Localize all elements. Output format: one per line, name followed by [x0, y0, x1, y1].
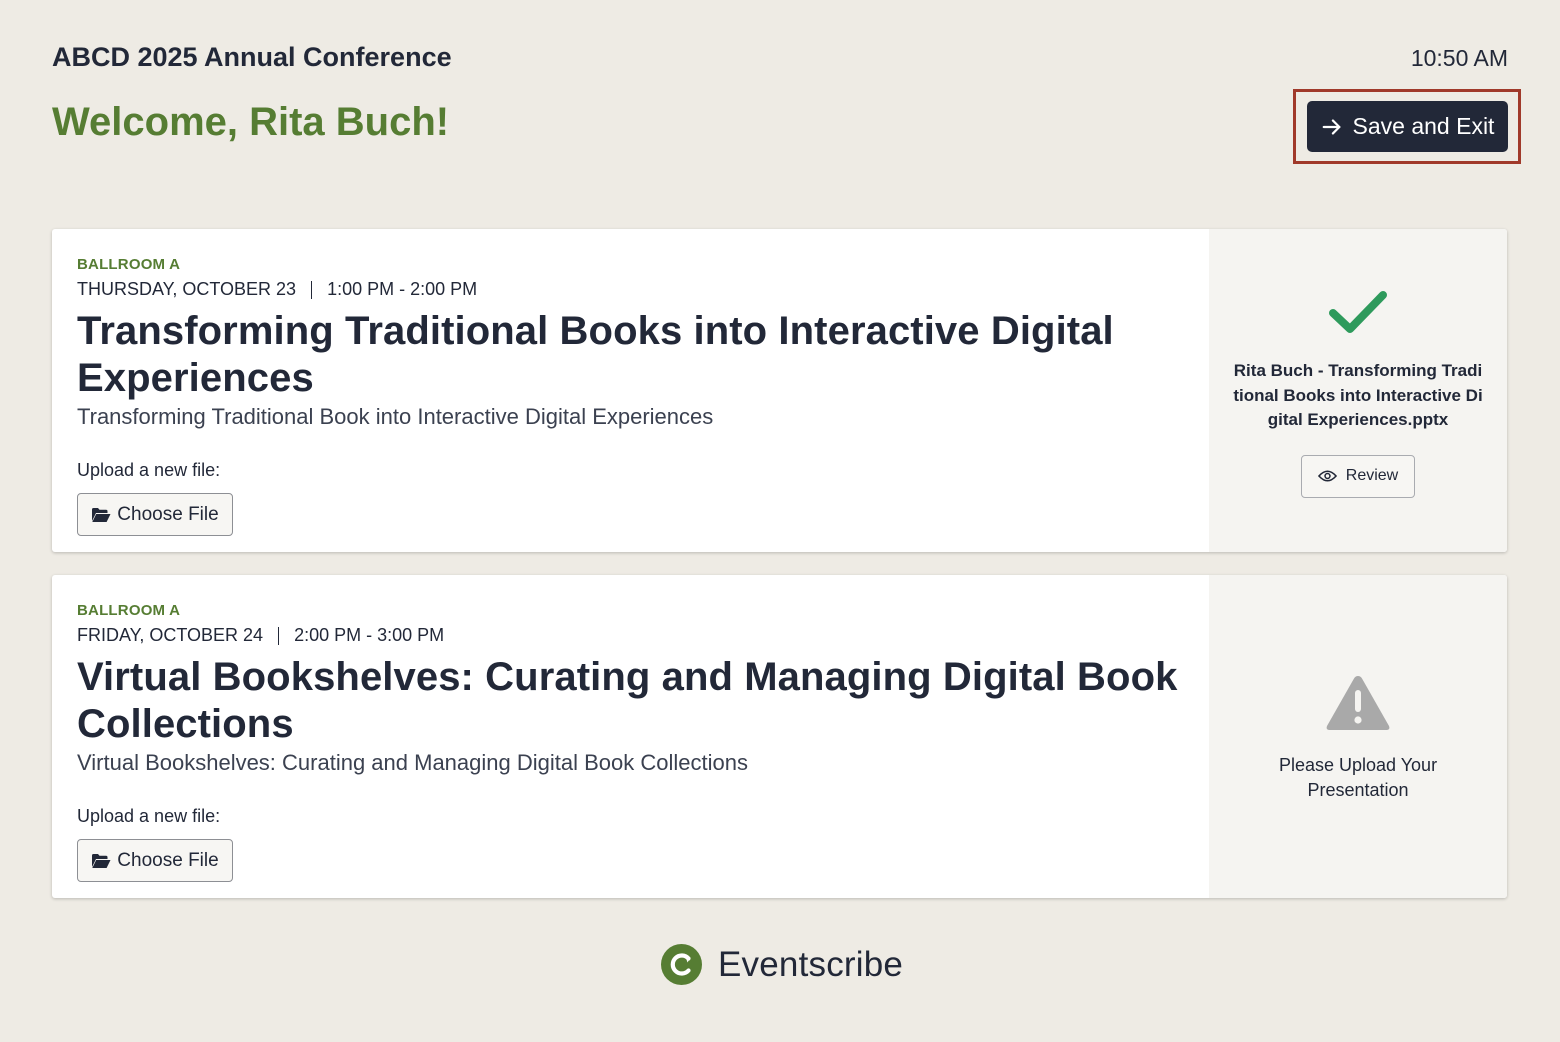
choose-file-button[interactable]: Choose File [77, 493, 233, 536]
choose-file-label: Choose File [117, 503, 219, 525]
session-card: BALLROOM A THURSDAY, OCTOBER 23 1:00 PM … [52, 229, 1507, 552]
session-title: Virtual Bookshelves: Curating and Managi… [77, 655, 1178, 746]
session-time: 1:00 PM - 2:00 PM [327, 279, 478, 299]
welcome-heading: Welcome, Rita Buch! [52, 100, 450, 144]
folder-open-icon [92, 853, 111, 868]
folder-open-icon [92, 507, 111, 522]
upload-status-panel: Please Upload Your Presentation [1209, 575, 1507, 898]
divider [278, 626, 280, 645]
eventscribe-logo-icon [661, 944, 702, 985]
upload-status-panel: Rita Buch - Transforming Traditional Boo… [1209, 229, 1507, 552]
footer-brand: Eventscribe [661, 944, 903, 985]
session-subtitle: Virtual Bookshelves: Curating and Managi… [77, 750, 748, 775]
session-room: BALLROOM A [77, 256, 181, 273]
uploaded-file-name: Rita Buch - Transforming Traditional Boo… [1233, 361, 1483, 429]
review-button[interactable]: Review [1301, 454, 1415, 498]
save-and-exit-label: Save and Exit [1352, 113, 1495, 139]
arrow-right-icon [1322, 118, 1340, 135]
session-datetime: FRIDAY, OCTOBER 24 2:00 PM - 3:00 PM [77, 625, 1184, 646]
divider [311, 280, 313, 299]
upload-label: Upload a new file: [77, 806, 221, 826]
session-subtitle: Transforming Traditional Book into Inter… [77, 404, 714, 429]
conference-title: ABCD 2025 Annual Conference [52, 42, 452, 72]
session-title: Transforming Traditional Books into Inte… [77, 309, 1114, 400]
session-date: FRIDAY, OCTOBER 24 [77, 625, 264, 645]
session-details: BALLROOM A THURSDAY, OCTOBER 23 1:00 PM … [52, 229, 1209, 552]
save-and-exit-button[interactable]: Save and Exit [1307, 101, 1508, 152]
upload-warning-text: Please Upload Your Presentation [1278, 755, 1438, 800]
choose-file-label: Choose File [117, 849, 219, 871]
session-datetime: THURSDAY, OCTOBER 23 1:00 PM - 2:00 PM [77, 279, 1184, 300]
current-time: 10:50 AM [1410, 45, 1508, 71]
choose-file-button[interactable]: Choose File [77, 839, 233, 882]
brand-name: Eventscribe [718, 944, 904, 984]
checkmark-icon [1329, 291, 1387, 333]
warning-triangle-icon [1326, 676, 1390, 730]
session-room: BALLROOM A [77, 602, 181, 619]
session-details: BALLROOM A FRIDAY, OCTOBER 24 2:00 PM - … [52, 575, 1209, 898]
review-label: Review [1345, 467, 1399, 484]
upload-label: Upload a new file: [77, 460, 221, 480]
session-time: 2:00 PM - 3:00 PM [294, 625, 445, 645]
session-card: BALLROOM A FRIDAY, OCTOBER 24 2:00 PM - … [52, 575, 1507, 898]
session-date: THURSDAY, OCTOBER 23 [77, 279, 297, 299]
eye-icon [1317, 470, 1337, 482]
